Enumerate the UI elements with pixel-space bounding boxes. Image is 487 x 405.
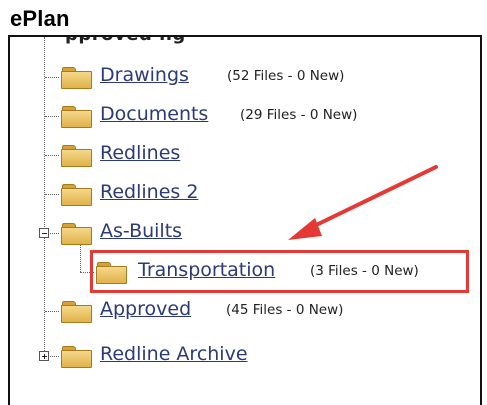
- tree-connector: [80, 245, 81, 272]
- tree-item-as-builts-link[interactable]: As-Builts: [100, 220, 182, 242]
- plus-icon[interactable]: [39, 351, 49, 361]
- folder-icon: [61, 300, 92, 323]
- tree-connector: [45, 311, 59, 312]
- folder-icon: [61, 183, 92, 206]
- clipped-parent-label: pproved ng: [65, 37, 186, 45]
- highlight-box: [90, 250, 469, 293]
- tree-item-redlines-link[interactable]: Redlines: [100, 142, 180, 164]
- tree-connector: [50, 356, 59, 357]
- tree-connector: [45, 116, 59, 117]
- folder-icon: [61, 222, 92, 245]
- minus-icon[interactable]: [39, 228, 49, 238]
- folder-icon: [61, 144, 92, 167]
- tree-connector: [45, 155, 59, 156]
- tree-connector: [45, 77, 59, 78]
- tree-item-redlines-2-link[interactable]: Redlines 2: [100, 181, 198, 203]
- tree-item-drawings-link[interactable]: Drawings: [100, 64, 189, 86]
- tree-connector: [45, 194, 59, 195]
- folder-icon: [61, 345, 92, 368]
- tree-item-documents-link[interactable]: Documents: [100, 103, 208, 125]
- folder-tree-panel: pproved ng Drawings (52 Files - 0 New) D…: [8, 35, 482, 405]
- tree-item-redline-archive-link[interactable]: Redline Archive: [100, 343, 248, 365]
- tree-item-approved-link[interactable]: Approved: [100, 298, 191, 320]
- tree-connector: [50, 233, 59, 234]
- file-count: (45 Files - 0 New): [226, 302, 344, 318]
- file-count: (52 Files - 0 New): [227, 68, 345, 84]
- file-count: (29 Files - 0 New): [240, 107, 358, 123]
- folder-icon: [61, 66, 92, 89]
- folder-icon: [61, 105, 92, 128]
- tree-connector: [44, 37, 45, 357]
- page-title: ePlan: [10, 6, 70, 31]
